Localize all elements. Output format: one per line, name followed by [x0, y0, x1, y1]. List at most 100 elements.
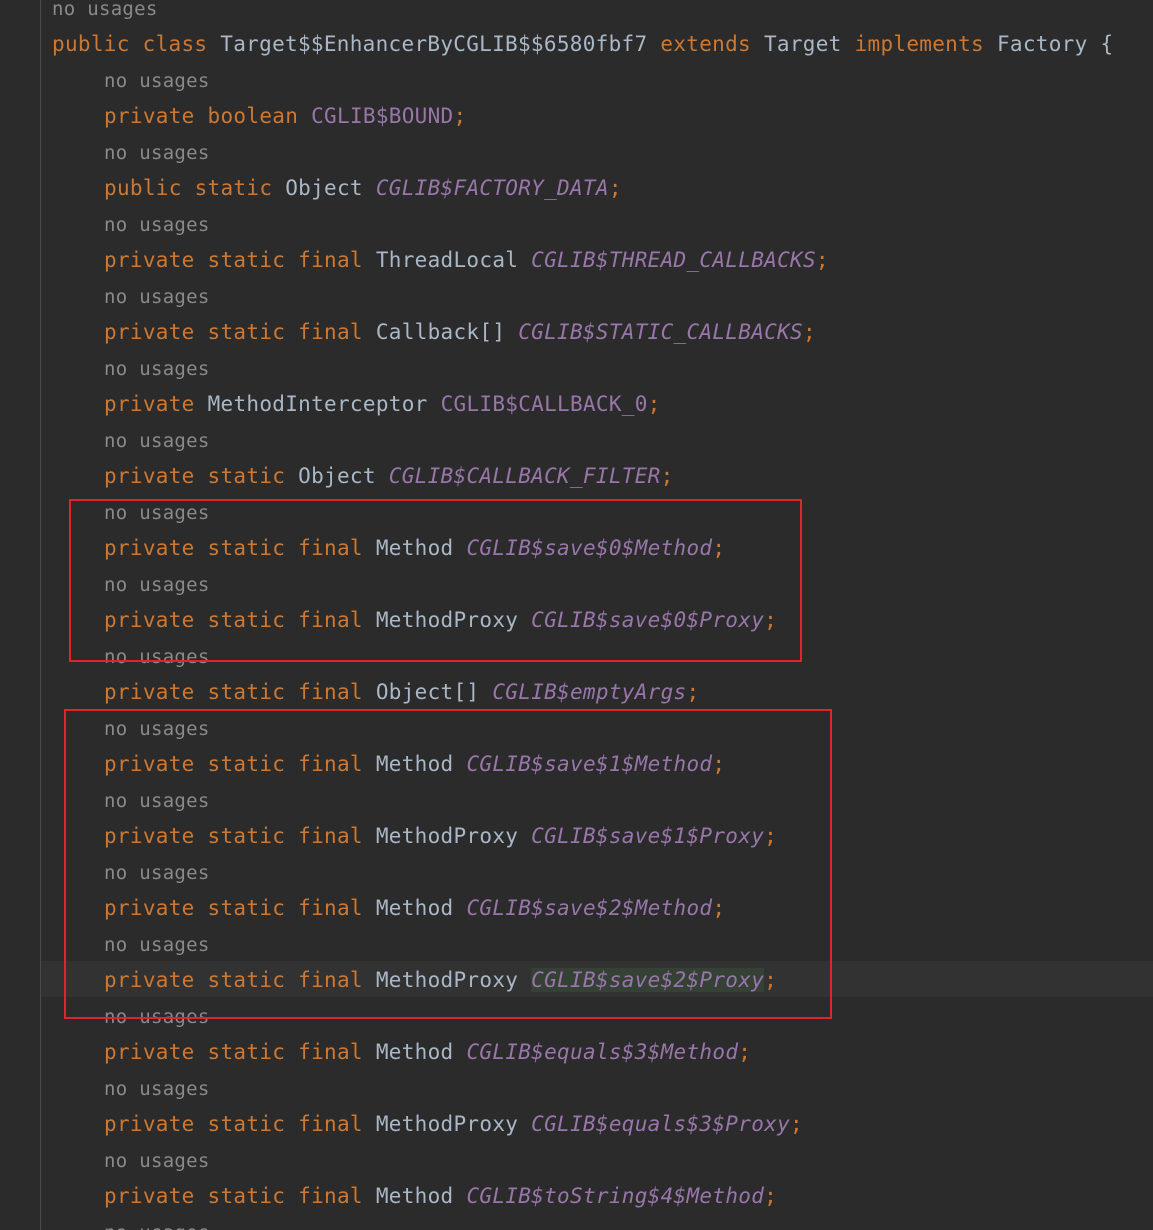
- field-modifiers: private static final: [104, 752, 363, 776]
- field-name[interactable]: CGLIB$save$2$Method: [466, 896, 712, 920]
- field-modifiers: private static final: [104, 320, 363, 344]
- field-type[interactable]: ThreadLocal: [376, 248, 518, 272]
- usage-hint[interactable]: no usages: [104, 423, 210, 459]
- code-editor[interactable]: no usages public class Target$$EnhancerB…: [0, 0, 1153, 1230]
- field-name[interactable]: CGLIB$save$1$Proxy: [531, 824, 764, 848]
- keyword-implements: implements: [854, 32, 984, 56]
- field-declaration[interactable]: private MethodInterceptor CGLIB$CALLBACK…: [104, 386, 661, 422]
- field-name[interactable]: CGLIB$emptyArgs: [492, 680, 686, 704]
- field-type[interactable]: Object: [285, 176, 363, 200]
- field-name[interactable]: CGLIB$save$0$Proxy: [531, 608, 764, 632]
- class-name[interactable]: Target$$EnhancerByCGLIB$$6580fbf7: [220, 32, 647, 56]
- field-type[interactable]: Method: [376, 1184, 454, 1208]
- usage-hint[interactable]: no usages: [104, 63, 210, 99]
- field-declaration[interactable]: private static final MethodProxy CGLIB$e…: [104, 1106, 803, 1142]
- semicolon: ;: [712, 752, 726, 776]
- semicolon: ;: [686, 680, 700, 704]
- field-type[interactable]: Callback[]: [376, 320, 505, 344]
- field-name[interactable]: CGLIB$save$0$Method: [466, 536, 712, 560]
- field-declaration[interactable]: private static Object CGLIB$CALLBACK_FIL…: [104, 458, 674, 494]
- field-name[interactable]: CGLIB$equals$3$Method: [466, 1040, 738, 1064]
- field-type[interactable]: MethodProxy: [376, 824, 518, 848]
- field-declaration[interactable]: private static final Method CGLIB$save$1…: [104, 746, 725, 782]
- class-declaration[interactable]: public class Target$$EnhancerByCGLIB$$65…: [52, 26, 1113, 62]
- usage-hint[interactable]: no usages: [104, 783, 210, 819]
- field-modifiers: private static final: [104, 1040, 363, 1064]
- gutter-divider: [40, 0, 41, 1230]
- field-modifiers: public static: [104, 176, 273, 200]
- usage-hint[interactable]: no usages: [104, 1215, 210, 1230]
- field-modifiers: private static final: [104, 536, 363, 560]
- semicolon: ;: [738, 1040, 752, 1064]
- field-name[interactable]: CGLIB$CALLBACK_0: [441, 392, 648, 416]
- semicolon: ;: [453, 104, 467, 128]
- field-declaration[interactable]: private static final Object[] CGLIB$empt…: [104, 674, 699, 710]
- field-declaration[interactable]: private static final Method CGLIB$save$2…: [104, 890, 725, 926]
- interface-name[interactable]: Factory: [997, 32, 1088, 56]
- field-type[interactable]: Object[]: [376, 680, 480, 704]
- field-name[interactable]: CGLIB$toString$4$Method: [466, 1184, 764, 1208]
- usage-hint[interactable]: no usages: [104, 351, 210, 387]
- field-type[interactable]: Method: [376, 1040, 454, 1064]
- usage-hint[interactable]: no usages: [104, 567, 210, 603]
- field-name[interactable]: CGLIB$save$2$Proxy: [531, 968, 765, 992]
- semicolon: ;: [764, 968, 778, 992]
- field-modifiers: private boolean: [104, 104, 299, 128]
- field-name[interactable]: CGLIB$BOUND: [311, 104, 453, 128]
- field-declaration[interactable]: private static final Method CGLIB$toStri…: [104, 1178, 777, 1214]
- field-declaration[interactable]: private boolean CGLIB$BOUND;: [104, 98, 466, 134]
- field-modifiers: private static final: [104, 968, 363, 992]
- usage-hint[interactable]: no usages: [104, 999, 210, 1035]
- semicolon: ;: [764, 1184, 778, 1208]
- field-declaration[interactable]: private static final MethodProxy CGLIB$s…: [104, 602, 777, 638]
- usage-hint[interactable]: no usages: [104, 495, 210, 531]
- field-modifiers: private static final: [104, 824, 363, 848]
- usage-hint[interactable]: no usages: [104, 135, 210, 171]
- field-modifiers: private static final: [104, 1112, 363, 1136]
- field-declaration[interactable]: public static Object CGLIB$FACTORY_DATA;: [104, 170, 622, 206]
- field-name[interactable]: CGLIB$STATIC_CALLBACKS: [518, 320, 803, 344]
- field-type[interactable]: MethodProxy: [376, 1112, 518, 1136]
- usage-hint[interactable]: no usages: [104, 1143, 210, 1179]
- field-type[interactable]: MethodProxy: [376, 968, 518, 992]
- field-modifiers: private: [104, 392, 195, 416]
- usage-hint[interactable]: no usages: [52, 0, 158, 27]
- field-type[interactable]: Object: [298, 464, 376, 488]
- field-declaration[interactable]: private static final MethodProxy CGLIB$s…: [104, 818, 777, 854]
- field-name[interactable]: CGLIB$equals$3$Proxy: [531, 1112, 790, 1136]
- field-modifiers: private static final: [104, 248, 363, 272]
- field-type[interactable]: Method: [376, 536, 454, 560]
- field-type[interactable]: MethodInterceptor: [208, 392, 428, 416]
- semicolon: ;: [647, 392, 661, 416]
- field-type[interactable]: Method: [376, 896, 454, 920]
- semicolon: ;: [802, 320, 816, 344]
- field-declaration[interactable]: private static final Method CGLIB$save$0…: [104, 530, 725, 566]
- keyword-public: public: [52, 32, 130, 56]
- field-name[interactable]: CGLIB$save$1$Method: [466, 752, 712, 776]
- usage-hint[interactable]: no usages: [104, 927, 210, 963]
- field-declaration[interactable]: private static final MethodProxy CGLIB$s…: [104, 962, 777, 998]
- field-type[interactable]: MethodProxy: [376, 608, 518, 632]
- semicolon: ;: [764, 824, 778, 848]
- field-declaration[interactable]: private static final ThreadLocal CGLIB$T…: [104, 242, 829, 278]
- superclass-name[interactable]: Target: [764, 32, 842, 56]
- field-name[interactable]: CGLIB$FACTORY_DATA: [376, 176, 609, 200]
- usage-hint[interactable]: no usages: [104, 279, 210, 315]
- usage-hint[interactable]: no usages: [104, 855, 210, 891]
- semicolon: ;: [660, 464, 674, 488]
- semicolon: ;: [608, 176, 622, 200]
- field-declaration[interactable]: private static final Callback[] CGLIB$ST…: [104, 314, 816, 350]
- field-type[interactable]: Method: [376, 752, 454, 776]
- usage-hint[interactable]: no usages: [104, 711, 210, 747]
- usage-hint[interactable]: no usages: [104, 1071, 210, 1107]
- field-modifiers: private static final: [104, 896, 363, 920]
- keyword-class: class: [142, 32, 208, 56]
- usage-hint[interactable]: no usages: [104, 207, 210, 243]
- field-name[interactable]: CGLIB$CALLBACK_FILTER: [389, 464, 661, 488]
- usage-hint[interactable]: no usages: [104, 639, 210, 675]
- field-declaration[interactable]: private static final Method CGLIB$equals…: [104, 1034, 751, 1070]
- semicolon: ;: [790, 1112, 803, 1136]
- keyword-extends: extends: [660, 32, 751, 56]
- semicolon: ;: [764, 608, 778, 632]
- field-name[interactable]: CGLIB$THREAD_CALLBACKS: [531, 248, 816, 272]
